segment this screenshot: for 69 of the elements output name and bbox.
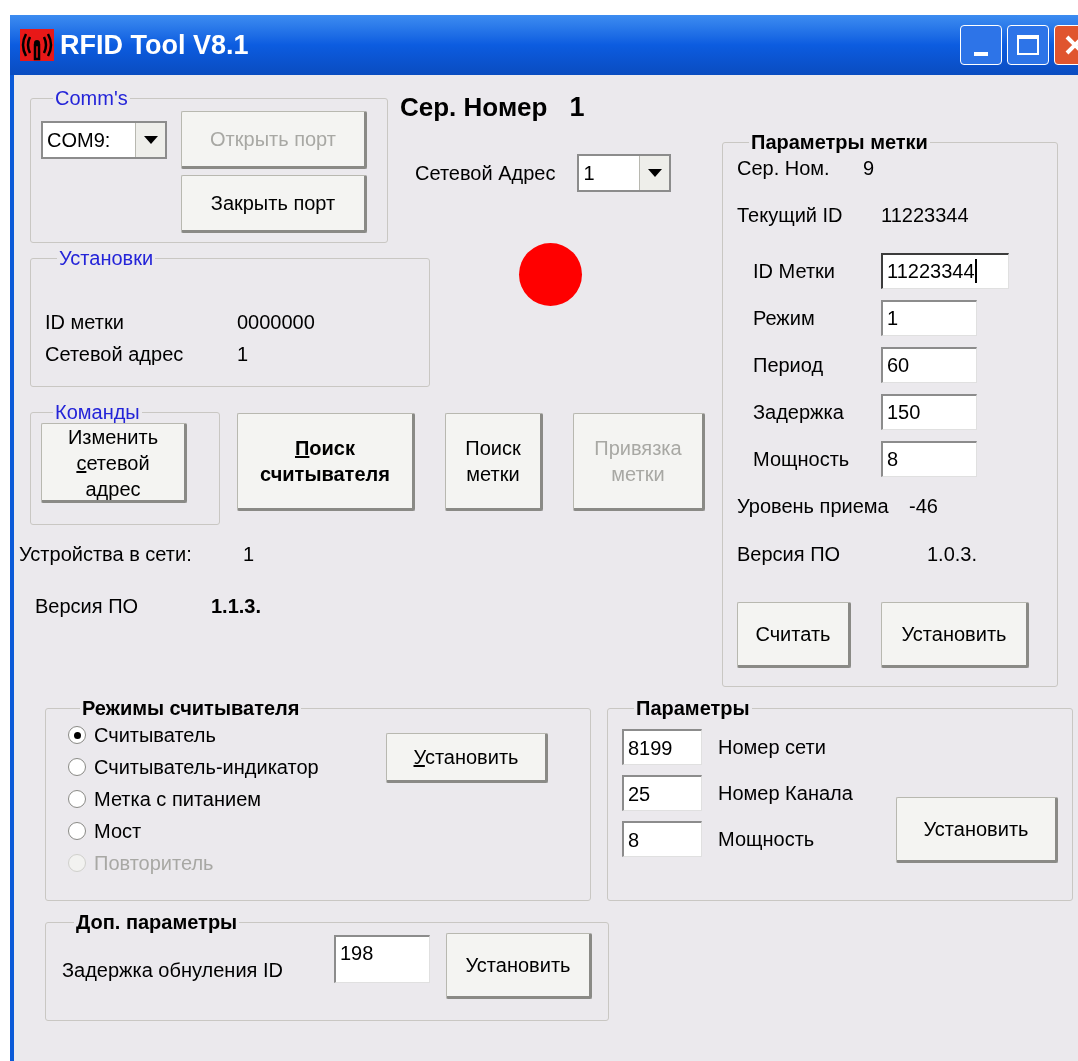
label: Режим — [752, 305, 816, 331]
button[interactable]: Закрыть порт — [181, 175, 367, 233]
button[interactable]: Поиск метки — [445, 413, 543, 511]
button[interactable]: Считать — [737, 602, 851, 668]
label: Период — [752, 352, 825, 378]
label: Мощность — [718, 827, 815, 852]
button[interactable]: Установить — [446, 933, 592, 999]
value: 1 — [237, 342, 249, 367]
label: Задержка — [752, 399, 845, 425]
group-title: Параметры — [635, 697, 751, 719]
text-field[interactable]: 60 — [881, 346, 977, 383]
text-field[interactable]: 1 — [881, 299, 977, 336]
label: Задержка обнуления ID — [62, 958, 284, 983]
serial-label: Сер. Номер — [400, 91, 548, 124]
option-label: Повторитель — [94, 851, 214, 876]
text-field[interactable]: 150 — [881, 393, 977, 430]
label: Устройства в сети: — [19, 542, 193, 567]
option-label: Считыватель — [94, 723, 216, 748]
group-title: Команды — [54, 401, 141, 423]
value: 1.0.3. — [927, 542, 978, 567]
text-field[interactable]: 25 — [622, 775, 702, 811]
text-field[interactable]: 11223344 — [881, 252, 1009, 289]
label: Номер сети — [718, 735, 826, 760]
label: Сер. Ном. — [737, 156, 831, 181]
label: Версия ПО — [737, 542, 842, 567]
button[interactable]: Поиск считывателя — [237, 413, 415, 511]
button[interactable]: Установить — [881, 602, 1029, 668]
dropdown[interactable]: COM9: — [41, 121, 167, 159]
label: Номер Канала — [718, 781, 853, 806]
minimize-button[interactable] — [960, 25, 1002, 65]
text-field[interactable]: 198 — [334, 935, 430, 983]
value: 0000000 — [237, 310, 315, 335]
radio-button[interactable] — [68, 790, 86, 808]
group-title: Доп. параметры — [75, 911, 239, 933]
value: -46 — [909, 494, 938, 519]
window-title: RFID Tool V8.1 — [60, 28, 249, 62]
dropdown[interactable]: 1 — [577, 153, 672, 192]
maximize-button[interactable] — [1007, 25, 1049, 65]
text-field[interactable]: 8 — [881, 440, 977, 477]
group-title: Параметры метки — [750, 131, 929, 153]
group-title: Comm's — [54, 87, 129, 109]
serial-value: 1 — [569, 91, 585, 124]
radio-button[interactable] — [68, 822, 86, 840]
option-label: Считыватель-индикатор — [94, 755, 319, 780]
label: Версия ПО — [35, 594, 140, 619]
group-title: Установки — [58, 247, 155, 269]
label: ID Метки — [752, 258, 836, 284]
value: 9 — [863, 156, 875, 181]
text-cursor-icon — [974, 259, 977, 283]
label: Мощность — [752, 446, 851, 472]
label: Сетевой адрес — [45, 342, 185, 367]
text-field[interactable]: 8 — [622, 821, 702, 857]
radio-button[interactable] — [68, 758, 86, 776]
option-label: Метка с питанием — [94, 787, 262, 812]
text-field[interactable]: 8199 — [622, 729, 702, 765]
value: 1 — [243, 542, 255, 567]
label: Уровень приема — [737, 494, 890, 519]
antenna-icon — [20, 29, 54, 61]
button[interactable]: Изменить сетевой адрес — [41, 423, 187, 503]
label: Сетевой Адрес — [415, 160, 556, 186]
radio-button[interactable] — [68, 726, 86, 744]
value: 1.1.3. — [211, 594, 262, 619]
button[interactable]: Установить — [386, 733, 548, 783]
value: 11223344 — [881, 203, 969, 228]
button[interactable]: Установить — [896, 797, 1058, 863]
group-title: Режимы считывателя — [81, 697, 301, 719]
label: Текущий ID — [737, 203, 844, 228]
label: ID метки — [45, 310, 125, 335]
option-label: Мост — [94, 819, 142, 844]
